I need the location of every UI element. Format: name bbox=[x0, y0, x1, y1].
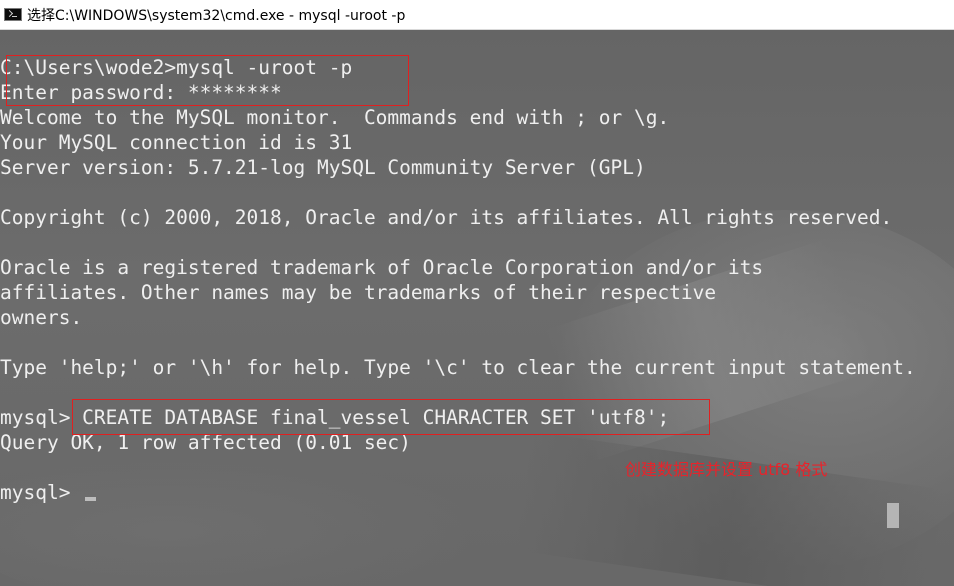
console-line: Welcome to the MySQL monitor. Commands e… bbox=[0, 106, 670, 129]
annotation-note: 创建数据库并设置 utf8 格式 bbox=[625, 460, 828, 479]
console-line: C:\Users\wode2>mysql -uroot -p bbox=[0, 56, 353, 79]
background-blur-shape bbox=[0, 450, 480, 586]
cmd-console-icon bbox=[4, 8, 22, 21]
window-title: 选择C:\WINDOWS\system32\cmd.exe - mysql -u… bbox=[27, 7, 406, 24]
scroll-marker[interactable] bbox=[887, 503, 899, 528]
text-cursor bbox=[85, 497, 96, 501]
background-blur-shape bbox=[513, 431, 947, 586]
title-bar[interactable]: 选择C:\WINDOWS\system32\cmd.exe - mysql -u… bbox=[0, 0, 954, 30]
console-line: owners. bbox=[0, 306, 83, 329]
cmd-window: 选择C:\WINDOWS\system32\cmd.exe - mysql -u… bbox=[0, 0, 954, 586]
console-line: mysql> CREATE DATABASE final_vessel CHAR… bbox=[0, 406, 670, 429]
console-line: Oracle is a registered trademark of Orac… bbox=[0, 256, 764, 279]
console-line: Server version: 5.7.21-log MySQL Communi… bbox=[0, 156, 646, 179]
console-line: affiliates. Other names may be trademark… bbox=[0, 281, 717, 304]
console-line: Your MySQL connection id is 31 bbox=[0, 131, 353, 154]
console-line: Enter password: ******** bbox=[0, 81, 282, 104]
console-line: Type 'help;' or '\h' for help. Type '\c'… bbox=[0, 356, 916, 379]
console-line: Query OK, 1 row affected (0.01 sec) bbox=[0, 431, 411, 454]
console-line: Copyright (c) 2000, 2018, Oracle and/or … bbox=[0, 206, 893, 229]
console-area[interactable]: C:\Users\wode2>mysql -uroot -p Enter pas… bbox=[0, 30, 954, 586]
mysql-prompt: mysql> bbox=[0, 481, 83, 504]
